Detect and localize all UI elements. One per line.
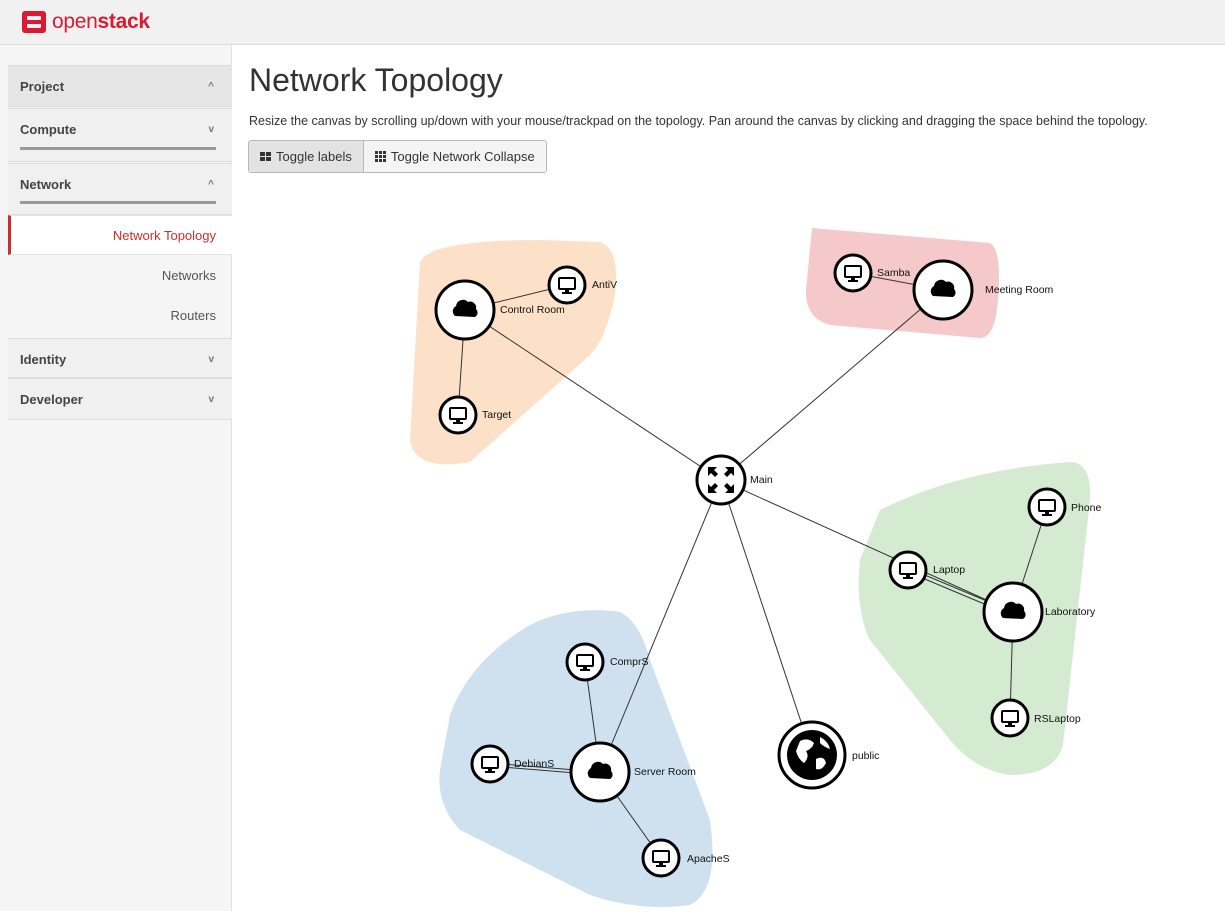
node-label-target: Target bbox=[482, 409, 511, 421]
sidebar-item-label: Project bbox=[20, 78, 65, 94]
instance-node-samba[interactable] bbox=[833, 253, 873, 293]
node-label-antiv: AntiV bbox=[592, 279, 617, 291]
node-label-main: Main bbox=[750, 474, 773, 486]
sidebar-item-network-topology[interactable]: Network Topology bbox=[8, 215, 232, 255]
sidebar-item-networks[interactable]: Networks bbox=[8, 256, 232, 296]
instance-node-comprs[interactable] bbox=[565, 642, 605, 682]
network-node-server-room[interactable] bbox=[569, 741, 631, 803]
openstack-logo-icon bbox=[22, 11, 46, 33]
node-label-samba: Samba bbox=[877, 267, 910, 279]
sidebar-item-label: Developer bbox=[20, 391, 83, 407]
router-node-main[interactable] bbox=[695, 454, 747, 506]
chevron-up-icon: ^ bbox=[208, 80, 214, 92]
chevron-down-icon: v bbox=[208, 353, 214, 365]
node-label-comprs: ComprS bbox=[610, 656, 649, 668]
sidebar-item-identity[interactable]: Identity v bbox=[8, 338, 232, 378]
instance-node-rslaptop[interactable] bbox=[990, 698, 1030, 738]
network-hull-control-room bbox=[410, 240, 617, 465]
node-label-server-room: Server Room bbox=[634, 766, 696, 778]
sidebar-item-developer[interactable]: Developer v bbox=[8, 378, 232, 420]
chevron-down-icon: v bbox=[208, 123, 214, 135]
node-label-debians: DebianS bbox=[514, 758, 554, 770]
toggle-network-collapse-button[interactable]: Toggle Network Collapse bbox=[363, 141, 546, 172]
network-node-meeting-room[interactable] bbox=[912, 259, 974, 321]
link-main-public bbox=[720, 479, 813, 756]
divider bbox=[20, 201, 216, 204]
node-label-laboratory: Laboratory bbox=[1045, 606, 1096, 618]
topology-toolbar: Toggle labels Toggle Network Collapse bbox=[248, 140, 547, 173]
node-label-meeting-room: Meeting Room bbox=[985, 284, 1054, 296]
external-network-node-public[interactable] bbox=[777, 720, 847, 790]
toggle-labels-label: Toggle labels bbox=[276, 149, 352, 164]
sidebar-item-label: Compute bbox=[20, 121, 77, 137]
sidebar-item-label: Identity bbox=[20, 351, 67, 367]
brand-text-open: open bbox=[52, 10, 98, 33]
instance-node-debians[interactable] bbox=[470, 744, 510, 784]
openstack-logo[interactable]: open stack bbox=[22, 8, 150, 36]
globe-icon bbox=[787, 730, 837, 780]
node-label-laptop: Laptop bbox=[933, 564, 965, 576]
node-label-public: public bbox=[852, 750, 879, 762]
node-label-control-room: Control Room bbox=[500, 304, 565, 316]
sidebar-item-network[interactable]: Network ^ bbox=[8, 163, 232, 215]
node-label-apaches: ApacheS bbox=[687, 853, 730, 865]
chevron-up-icon: ^ bbox=[208, 178, 214, 190]
instance-node-laptop[interactable] bbox=[888, 550, 928, 590]
divider bbox=[20, 147, 216, 150]
sidebar-item-label: Network bbox=[20, 176, 72, 192]
sidebar-item-routers[interactable]: Routers bbox=[8, 296, 232, 336]
brand-text-stack: stack bbox=[97, 10, 151, 33]
network-node-laboratory[interactable] bbox=[982, 581, 1044, 643]
instance-node-antiv[interactable] bbox=[547, 265, 587, 305]
instance-node-target[interactable] bbox=[438, 395, 478, 435]
topology-canvas[interactable]: Main public Control Room Meeting Room La… bbox=[233, 180, 1223, 910]
instance-node-phone[interactable] bbox=[1027, 487, 1067, 527]
sidebar-item-compute[interactable]: Compute v bbox=[8, 108, 232, 162]
grid-large-icon bbox=[260, 152, 271, 161]
instance-node-apaches[interactable] bbox=[641, 838, 681, 878]
toggle-labels-button[interactable]: Toggle labels bbox=[249, 141, 364, 172]
node-label-phone: Phone bbox=[1071, 502, 1102, 514]
page-title: Network Topology bbox=[249, 62, 503, 98]
sidebar-item-project[interactable]: Project ^ bbox=[8, 65, 232, 107]
top-navbar: open stack bbox=[0, 0, 1225, 45]
network-node-control-room[interactable] bbox=[434, 279, 496, 341]
toggle-collapse-label: Toggle Network Collapse bbox=[390, 149, 535, 164]
node-label-rslaptop: RSLaptop bbox=[1034, 713, 1081, 725]
page-description: Resize the canvas by scrolling up/down w… bbox=[249, 114, 1148, 128]
chevron-down-icon: v bbox=[208, 393, 214, 405]
grid-small-icon bbox=[374, 151, 386, 162]
